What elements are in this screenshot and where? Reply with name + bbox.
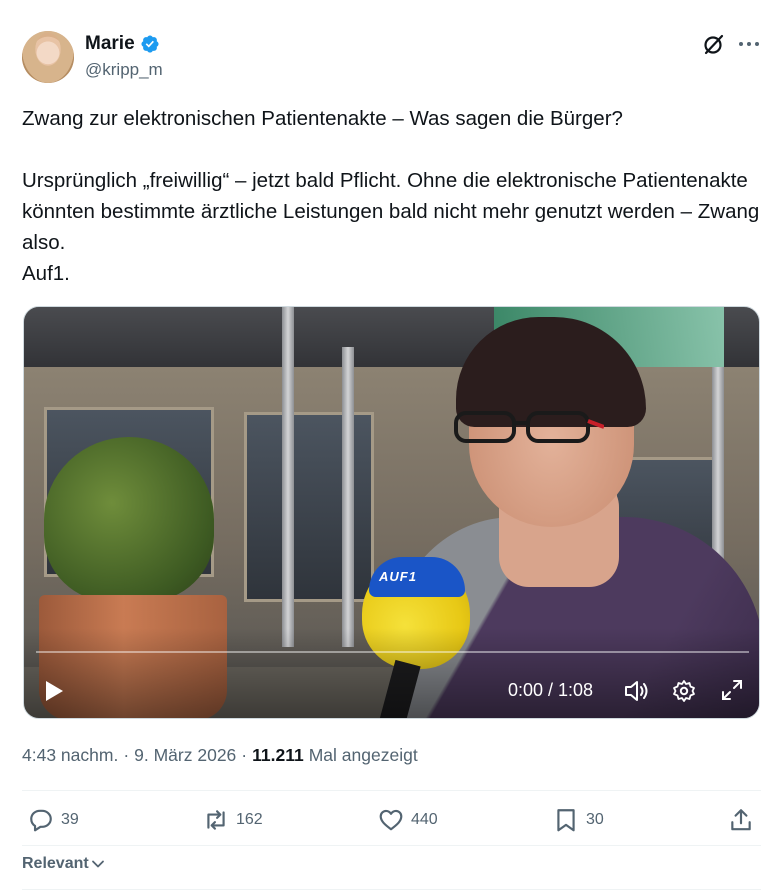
tweet-date[interactable]: 9. März 2026 (134, 745, 236, 766)
repost-button[interactable]: 162 (203, 807, 263, 833)
tweet-body: Ursprünglich „freiwillig“ – jetzt bald P… (22, 169, 760, 285)
video-player[interactable]: AUF1 0:00 / 1:08 (23, 306, 760, 719)
avatar[interactable] (22, 31, 74, 83)
tweet-meta: 4:43 nachm. · 9. März 2026 · 11.211 Mal … (22, 745, 418, 766)
verified-badge-icon (141, 35, 159, 53)
tweet-text: Zwang zur elektronischen Patientenakte –… (22, 103, 762, 289)
video-frame-pole (342, 347, 354, 647)
video-time: 0:00 / 1:08 (508, 680, 594, 700)
microphone-brand-label: AUF1 (379, 569, 417, 584)
video-controls-shade (24, 628, 759, 718)
video-frame-pole (282, 307, 294, 647)
like-icon (379, 809, 403, 831)
reply-button[interactable]: 39 (28, 807, 79, 833)
grok-icon[interactable] (702, 32, 726, 56)
sort-label: Relevant (22, 855, 89, 872)
like-button[interactable]: 440 (378, 807, 438, 833)
settings-icon[interactable] (672, 679, 696, 703)
fullscreen-icon[interactable] (721, 679, 743, 701)
reply-count: 39 (61, 811, 79, 828)
bookmark-button[interactable]: 30 (553, 807, 604, 833)
chevron-down-icon (91, 860, 104, 868)
meta-separator: · (123, 745, 130, 765)
repost-icon (207, 810, 225, 830)
views-label: Mal angezeigt (308, 745, 418, 765)
repost-count: 162 (236, 811, 263, 828)
sort-relevant-dropdown[interactable]: Relevant (22, 855, 105, 873)
video-frame-window (244, 412, 374, 602)
bookmark-icon (557, 809, 575, 832)
author-name-row[interactable]: Marie (85, 33, 160, 55)
author-handle[interactable]: @kripp_m (85, 60, 163, 80)
tweet-title-line: Zwang zur elektronischen Patientenakte –… (22, 107, 623, 130)
share-icon (731, 809, 751, 831)
share-button[interactable] (728, 807, 754, 833)
divider (22, 889, 761, 890)
meta-separator: · (241, 745, 248, 765)
play-icon[interactable] (44, 680, 64, 702)
views-count: 11.211 (252, 745, 304, 765)
action-bar: 39 162 440 30 (0, 807, 783, 841)
more-icon[interactable] (737, 33, 761, 55)
video-progress-bar[interactable] (36, 651, 749, 653)
reply-icon (30, 809, 52, 832)
volume-icon[interactable] (624, 679, 650, 703)
divider (22, 845, 761, 846)
bookmark-count: 30 (586, 811, 604, 828)
divider (22, 790, 761, 791)
author-name[interactable]: Marie (85, 33, 135, 55)
video-frame-glasses (454, 411, 604, 443)
tweet-time[interactable]: 4:43 nachm. (22, 745, 118, 766)
like-count: 440 (411, 811, 438, 828)
video-frame-plant (44, 437, 214, 602)
